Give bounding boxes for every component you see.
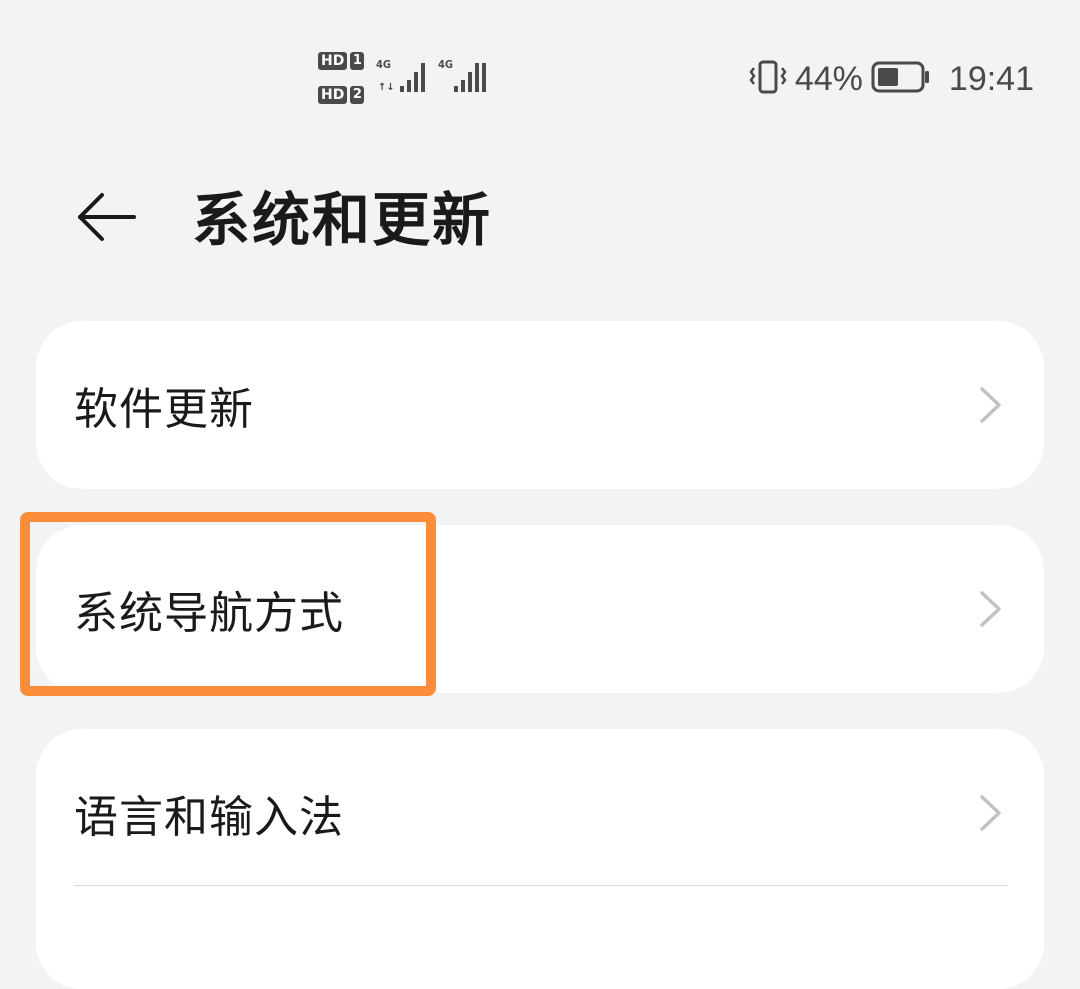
list-item-system-navigation[interactable]: 系统导航方式 [36, 525, 1044, 693]
battery-percent: 44% [794, 59, 863, 98]
sim2-number: 2 [350, 86, 365, 104]
status-bar: HD 1 HD 2 4G ↑↓ 4G 44% 19:41 [0, 0, 1080, 160]
item-label: 系统导航方式 [74, 588, 344, 639]
svg-text:↑↓: ↑↓ [378, 82, 395, 93]
clock: 19:41 [948, 59, 1034, 98]
sim-indicators: HD 1 HD 2 [318, 52, 368, 108]
list-item-software-update[interactable]: 软件更新 [36, 321, 1044, 489]
settings-card-3: 语言和输入法 [36, 729, 1044, 989]
sim2-signal-icon: 4G [438, 58, 492, 96]
chevron-right-icon [980, 387, 1001, 423]
sim1-number: 1 [350, 52, 365, 70]
settings-card-2: 系统导航方式 [36, 525, 1044, 693]
chevron-right-icon [980, 795, 1001, 831]
vibrate-icon [749, 60, 787, 98]
item-label: 软件更新 [74, 384, 254, 435]
battery-icon [871, 61, 931, 97]
chevron-right-icon [980, 591, 1001, 627]
item-label: 语言和输入法 [74, 792, 344, 843]
hd-badge: HD [318, 52, 348, 70]
settings-card-1: 软件更新 [36, 321, 1044, 489]
hd-badge: HD [318, 86, 348, 104]
page-header: 系统和更新 [0, 170, 1080, 270]
list-divider [74, 885, 1008, 886]
page-title: 系统和更新 [192, 186, 493, 254]
back-button[interactable] [66, 182, 146, 252]
sim2-hd-indicator: HD 2 [318, 86, 365, 104]
list-item-language-input[interactable]: 语言和输入法 [36, 729, 1044, 897]
back-arrow-icon [78, 193, 136, 241]
sim1-signal-icon: 4G ↑↓ [376, 58, 430, 96]
status-right-group: 44% 19:41 [749, 56, 1034, 102]
sim1-hd-indicator: HD 1 [318, 52, 365, 70]
